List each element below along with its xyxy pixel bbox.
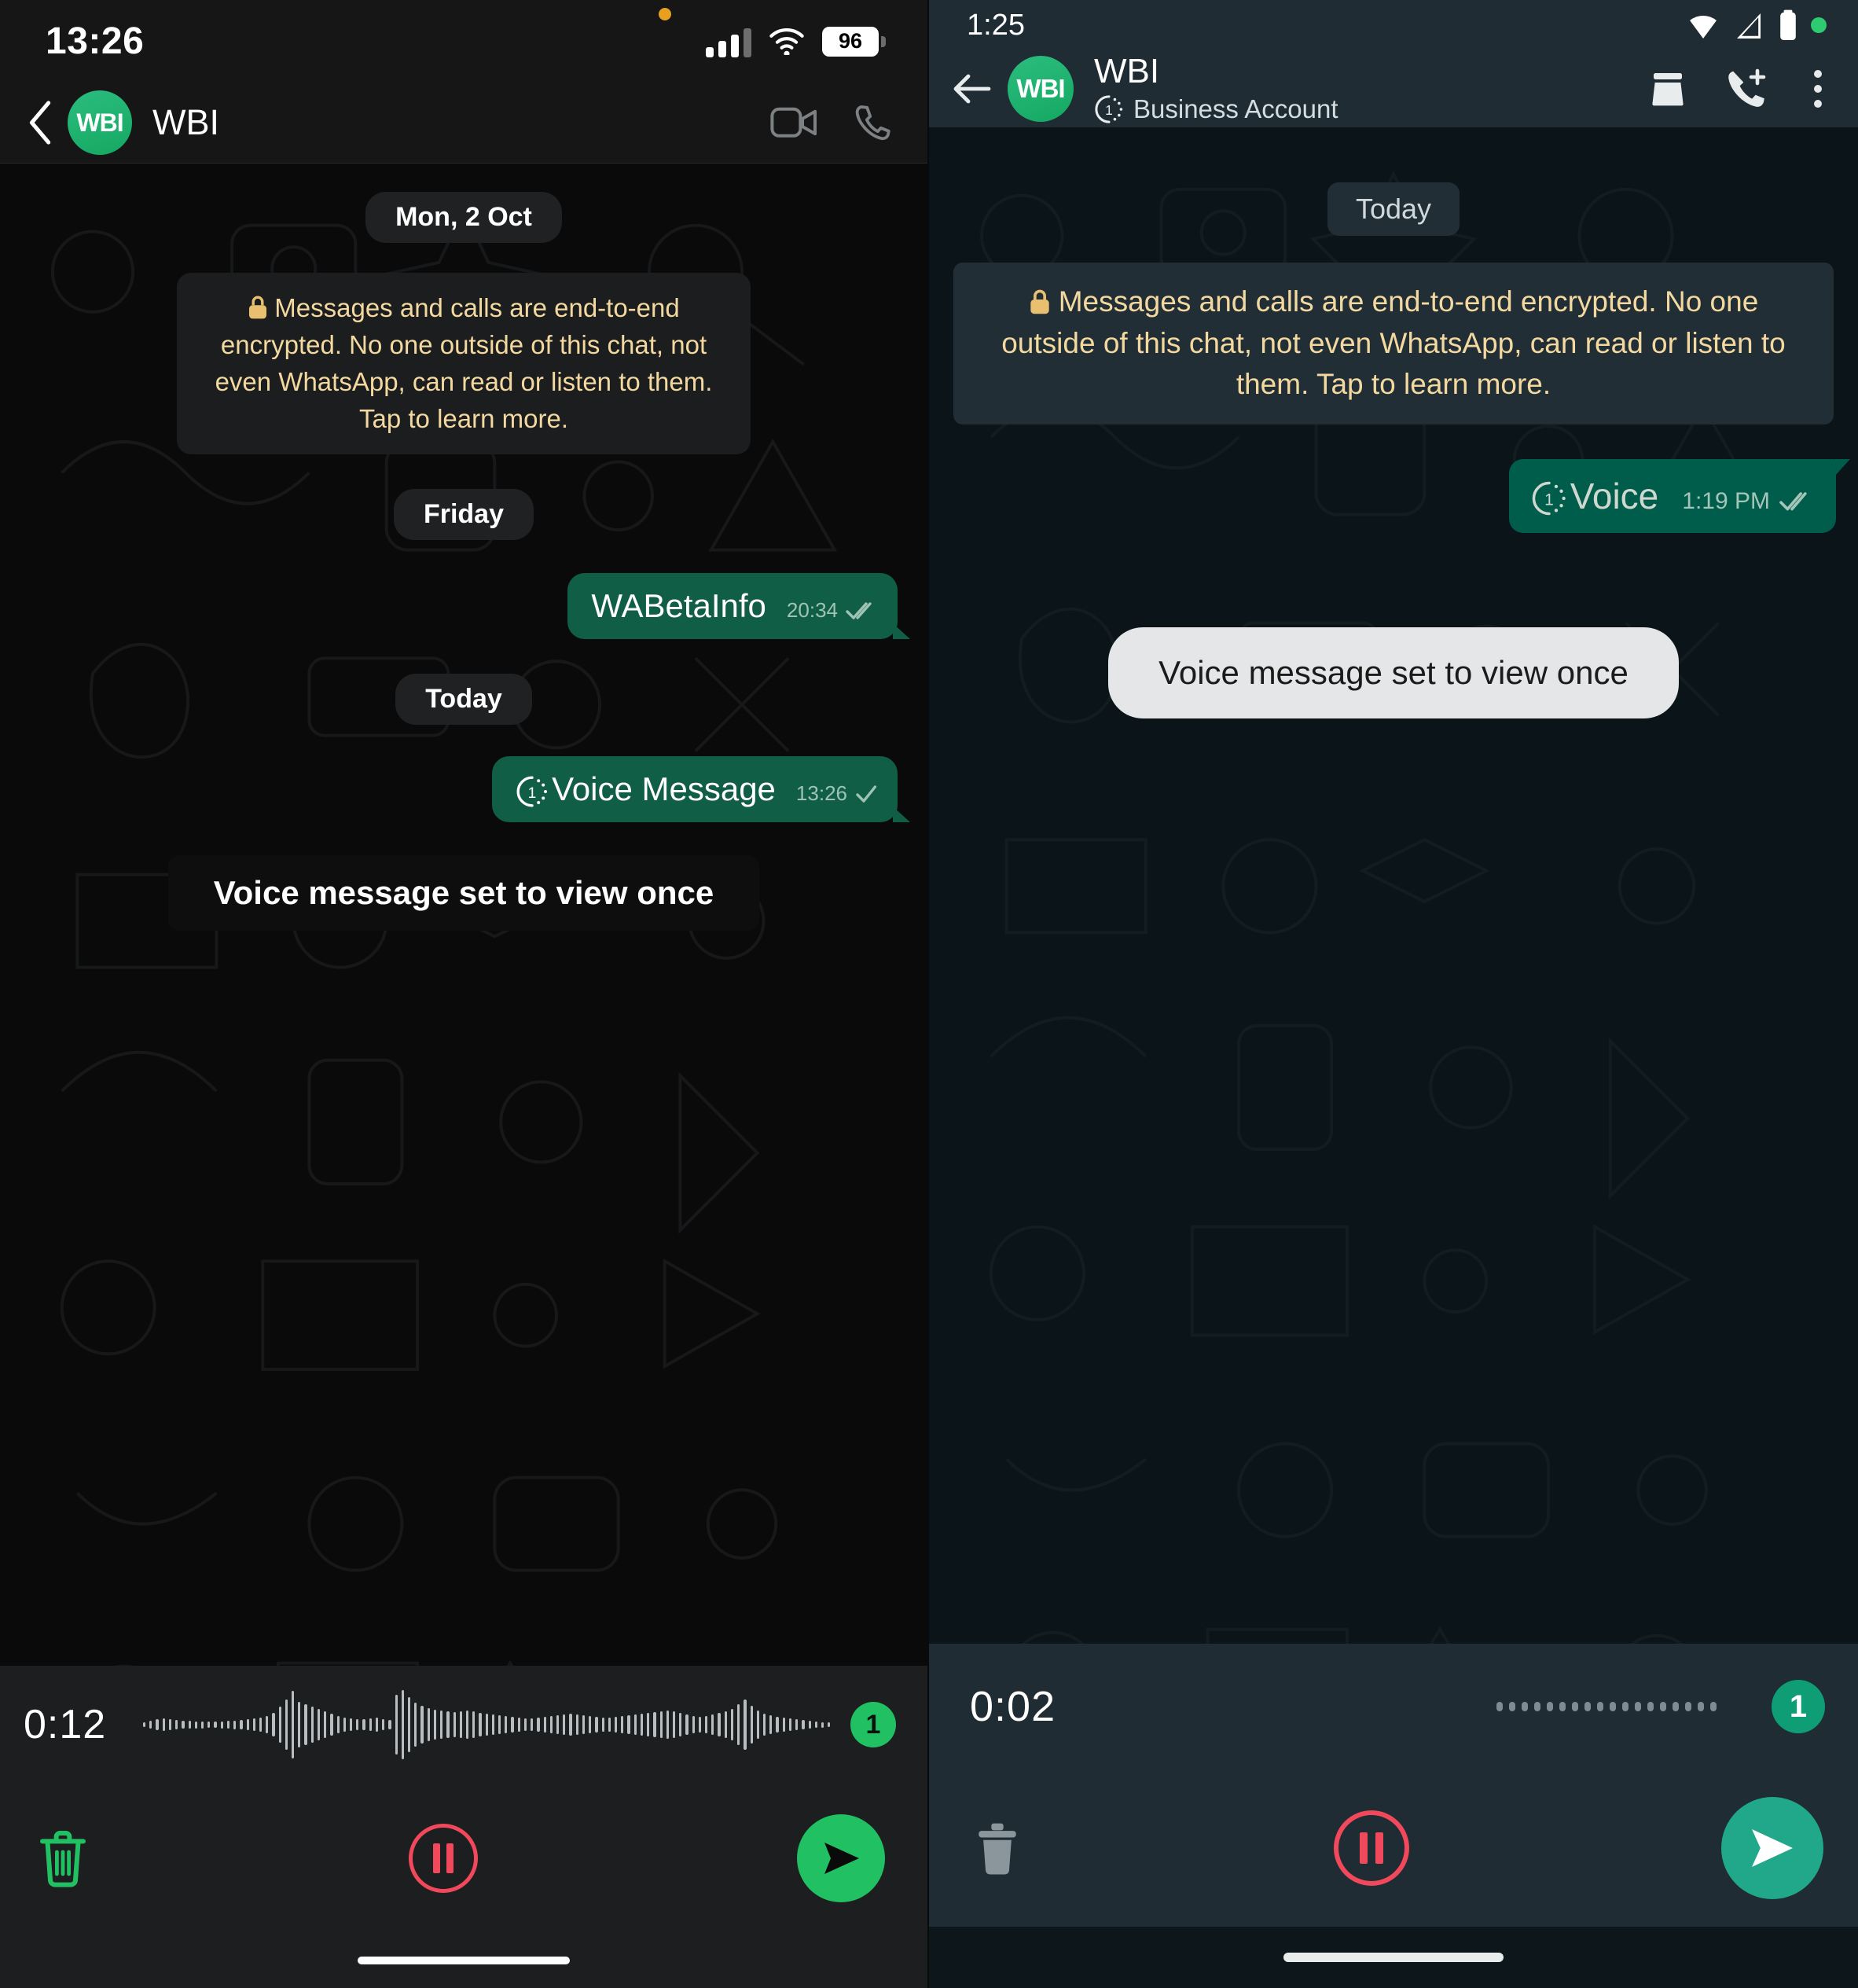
send-icon[interactable] bbox=[1721, 1797, 1823, 1899]
avatar[interactable]: WBI bbox=[1008, 56, 1074, 122]
message-row: WABetaInfo 20:34 bbox=[0, 573, 927, 640]
ios-chat-header: WBI WBI bbox=[0, 83, 927, 164]
status-indicators: 96 bbox=[706, 26, 886, 57]
message-text: 1 Voice bbox=[1531, 475, 1659, 517]
phone-icon[interactable] bbox=[855, 104, 891, 141]
recorder-controls bbox=[0, 1784, 927, 1933]
recorder-waveform-row: 0:02 1 bbox=[929, 1644, 1858, 1769]
outgoing-message-bubble[interactable]: WABetaInfo 20:34 bbox=[567, 573, 910, 640]
trash-icon[interactable] bbox=[36, 1827, 90, 1890]
single-check-icon bbox=[856, 785, 877, 803]
toast-message: Voice message set to view once bbox=[167, 855, 760, 932]
storefront-icon[interactable] bbox=[1647, 68, 1688, 109]
phone-add-icon[interactable] bbox=[1724, 68, 1767, 110]
ios-voice-recorder-bar: 0:12 1 bbox=[0, 1666, 927, 1988]
encryption-notice-text: Messages and calls are end-to-end encryp… bbox=[1001, 285, 1786, 401]
avatar-wrapper[interactable]: WBI bbox=[1008, 56, 1074, 122]
ios-status-bar: 13:26 96 bbox=[0, 0, 927, 83]
back-chevron-icon[interactable] bbox=[17, 100, 64, 145]
android-whatsapp-business-screen: 1:25 WBI WBI 1 Business Account Today Me… bbox=[927, 0, 1858, 1988]
subtitle-text: Business Account bbox=[1133, 94, 1338, 124]
message-list: Mon, 2 Oct Messages and calls are end-to… bbox=[0, 164, 927, 1666]
orange-recording-dot-icon bbox=[659, 8, 671, 20]
status-time: 13:26 bbox=[46, 20, 145, 62]
svg-text:1: 1 bbox=[1544, 491, 1554, 509]
pause-icon[interactable] bbox=[1334, 1810, 1409, 1886]
android-chat-area: Today Messages and calls are end-to-end … bbox=[929, 127, 1858, 1644]
view-once-toggle-badge[interactable]: 1 bbox=[1772, 1680, 1825, 1733]
audio-waveform-icon bbox=[143, 1685, 830, 1764]
svg-text:1: 1 bbox=[1105, 102, 1113, 118]
message-row: 1 Voice 1:19 PM bbox=[929, 458, 1858, 533]
encryption-notice[interactable]: Messages and calls are end-to-end encryp… bbox=[953, 263, 1834, 424]
pause-icon[interactable] bbox=[409, 1824, 478, 1893]
battery-icon bbox=[1780, 9, 1796, 41]
cellular-signal-icon bbox=[706, 26, 751, 57]
recorder-waveform-row: 0:12 1 bbox=[0, 1666, 927, 1784]
battery-icon: 96 bbox=[822, 26, 886, 57]
view-once-toggle-badge[interactable]: 1 bbox=[850, 1702, 896, 1747]
day-divider: Today bbox=[1327, 182, 1460, 236]
encryption-notice[interactable]: Messages and calls are end-to-end encryp… bbox=[177, 273, 751, 455]
ios-whatsapp-screen: 13:26 96 WBI WBI Mon, 2 Oct Messages and… bbox=[0, 0, 927, 1988]
view-once-icon: 1 bbox=[1094, 94, 1124, 124]
message-row: 1 Voice Message 13:26 bbox=[0, 756, 927, 823]
ios-home-indicator bbox=[0, 1933, 927, 1988]
voice-message-label: Voice Message bbox=[552, 770, 776, 808]
message-meta: 1:19 PM bbox=[1682, 488, 1814, 515]
day-divider: Today bbox=[395, 674, 532, 726]
video-camera-icon[interactable] bbox=[770, 105, 819, 140]
status-indicators bbox=[1687, 9, 1827, 42]
recording-duration: 0:12 bbox=[24, 1702, 107, 1747]
audio-waveform-icon bbox=[1103, 1702, 1748, 1711]
wifi-icon bbox=[1690, 15, 1717, 39]
day-divider: Mon, 2 Oct bbox=[365, 192, 562, 243]
ios-chat-area: Mon, 2 Oct Messages and calls are end-to… bbox=[0, 164, 927, 1666]
kebab-menu-icon[interactable] bbox=[1803, 62, 1833, 116]
view-once-icon: 1 bbox=[516, 775, 549, 808]
toast-message: Voice message set to view once bbox=[1108, 627, 1679, 718]
message-text: 1 Voice Message bbox=[516, 770, 776, 808]
avatar[interactable]: WBI bbox=[68, 90, 132, 155]
day-divider: Friday bbox=[393, 489, 534, 541]
contact-name[interactable]: WBI bbox=[152, 102, 770, 143]
header-actions bbox=[1647, 62, 1833, 116]
header-titles[interactable]: WBI 1 Business Account bbox=[1094, 53, 1647, 124]
double-check-icon bbox=[1779, 491, 1807, 510]
voice-message-label: Voice bbox=[1570, 475, 1659, 516]
cellular-signal-icon bbox=[1737, 13, 1761, 39]
recorder-controls bbox=[929, 1769, 1858, 1927]
message-text: WABetaInfo bbox=[591, 587, 766, 625]
message-time: 1:19 PM bbox=[1682, 487, 1770, 514]
outgoing-voice-message-bubble[interactable]: 1 Voice 1:19 PM bbox=[1508, 458, 1851, 533]
status-time: 1:25 bbox=[967, 8, 1025, 42]
message-meta: 20:34 bbox=[787, 598, 877, 623]
wifi-icon bbox=[769, 28, 804, 55]
recording-duration: 0:02 bbox=[970, 1683, 1056, 1730]
header-actions bbox=[770, 104, 891, 141]
android-voice-recorder-bar: 0:02 1 bbox=[929, 1644, 1858, 1988]
send-icon[interactable] bbox=[797, 1814, 885, 1902]
lock-icon bbox=[249, 296, 267, 319]
android-navigation-bar bbox=[929, 1927, 1858, 1988]
svg-text:1: 1 bbox=[528, 785, 537, 802]
outgoing-voice-message-bubble[interactable]: 1 Voice Message 13:26 bbox=[492, 756, 910, 823]
contact-name: WBI bbox=[1094, 51, 1160, 90]
green-recording-dot-icon bbox=[1811, 17, 1827, 33]
double-check-icon bbox=[846, 602, 872, 619]
encryption-notice-text: Messages and calls are end-to-end encryp… bbox=[215, 293, 713, 433]
trash-icon[interactable] bbox=[973, 1819, 1022, 1877]
message-meta: 13:26 bbox=[796, 781, 877, 806]
contact-subtitle: 1 Business Account bbox=[1094, 94, 1647, 124]
android-status-bar: 1:25 bbox=[929, 0, 1858, 50]
message-time: 20:34 bbox=[786, 598, 838, 623]
lock-icon bbox=[1030, 289, 1049, 314]
message-list: Today Messages and calls are end-to-end … bbox=[929, 127, 1858, 1644]
back-arrow-icon[interactable] bbox=[951, 72, 1003, 106]
message-time: 13:26 bbox=[795, 781, 847, 806]
view-once-icon: 1 bbox=[1531, 480, 1567, 516]
dual-screenshot-comparison: 13:26 96 WBI WBI Mon, 2 Oct Messages and… bbox=[0, 0, 1858, 1988]
android-chat-header: WBI WBI 1 Business Account bbox=[929, 50, 1858, 127]
